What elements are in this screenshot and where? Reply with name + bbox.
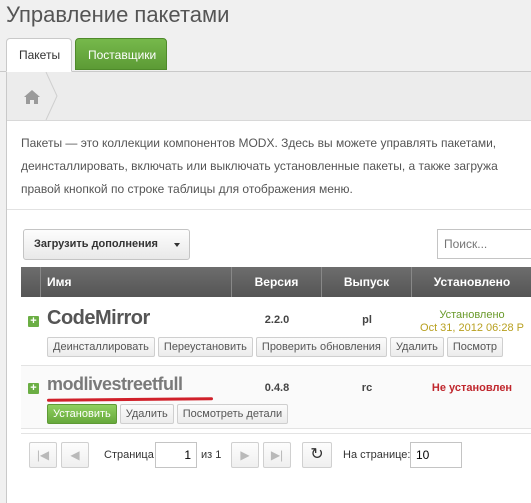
uninstall-button[interactable]: Деинсталлировать — [47, 337, 155, 357]
view-details-button[interactable]: Посмотр — [446, 337, 504, 357]
remove-button[interactable]: Удалить — [119, 404, 174, 424]
package-name: CodeMirror — [47, 307, 150, 329]
remove-button[interactable]: Удалить — [389, 337, 444, 357]
tab-packages[interactable]: Пакеты — [6, 38, 72, 72]
column-header-installed[interactable]: Установлено — [412, 267, 531, 297]
package-version: 0.4.8 — [264, 382, 290, 394]
package-release: rc — [361, 382, 373, 394]
chevron-down-icon — [174, 243, 180, 247]
row-actions: Деинсталлировать Переустановить Проверит… — [47, 337, 506, 357]
grid-header: Имя Версия Выпуск Установлено — [21, 267, 531, 297]
package-status: Не установлен — [431, 382, 513, 394]
prev-page-icon[interactable]: ◀ — [61, 442, 89, 468]
column-header-version[interactable]: Версия — [232, 267, 322, 297]
column-header-name[interactable]: Имя — [41, 267, 232, 297]
table-row[interactable]: + CodeMirror 2.2.0 pl Установлено Oct 31… — [21, 297, 531, 366]
first-page-icon[interactable]: |◀ — [29, 442, 57, 468]
package-release: pl — [362, 314, 372, 326]
tab-bar: Пакеты Поставщики — [0, 38, 531, 72]
home-icon[interactable] — [15, 84, 49, 110]
expand-icon[interactable]: + — [28, 383, 39, 394]
pagination-bar: |◀ ◀ Страница из 1 ▶ ▶| ↻ На странице: — [21, 433, 531, 476]
expander-column-header — [21, 267, 41, 297]
table-row[interactable]: + modlivestreetfull 0.4.8 rc Не установл… — [21, 366, 531, 429]
package-status: Установлено Oct 31, 2012 06:28 P — [412, 309, 531, 335]
next-page-icon[interactable]: ▶ — [231, 442, 259, 468]
column-header-release[interactable]: Выпуск — [322, 267, 412, 297]
page-label: Страница — [104, 449, 154, 461]
packages-panel: Пакеты — это коллекции компонентов MODX.… — [6, 71, 531, 503]
package-name: modlivestreetfull — [47, 374, 183, 394]
grid-toolbar: Загрузить дополнения — [7, 209, 531, 264]
package-version: 2.2.0 — [264, 314, 290, 326]
per-page-label: На странице: — [343, 449, 411, 461]
refresh-icon[interactable]: ↻ — [302, 442, 332, 468]
page-title: Управление пакетами — [6, 2, 230, 27]
per-page-input[interactable] — [410, 442, 462, 468]
highlight-underline — [46, 397, 214, 402]
breadcrumb — [7, 71, 531, 121]
search-input[interactable] — [437, 229, 531, 259]
load-extras-label: Загрузить дополнения — [34, 238, 158, 250]
check-updates-button[interactable]: Проверить обновления — [255, 337, 387, 357]
row-actions: Установить Удалить Посмотреть детали — [47, 404, 291, 424]
intro-description: Пакеты — это коллекции компонентов MODX.… — [21, 136, 498, 196]
view-details-button[interactable]: Посмотреть детали — [176, 404, 289, 424]
expand-icon[interactable]: + — [28, 316, 39, 327]
reinstall-button[interactable]: Переустановить — [157, 337, 253, 357]
page-number-input[interactable] — [155, 442, 197, 468]
page-total-label: из 1 — [201, 449, 222, 461]
load-extras-button[interactable]: Загрузить дополнения — [23, 229, 190, 260]
installed-date: Oct 31, 2012 06:28 P — [420, 322, 524, 334]
tab-providers[interactable]: Поставщики — [75, 38, 167, 70]
install-button[interactable]: Установить — [47, 404, 117, 424]
breadcrumb-separator — [45, 71, 59, 121]
status-text: Установлено — [439, 309, 505, 321]
last-page-icon[interactable]: ▶| — [263, 442, 291, 468]
